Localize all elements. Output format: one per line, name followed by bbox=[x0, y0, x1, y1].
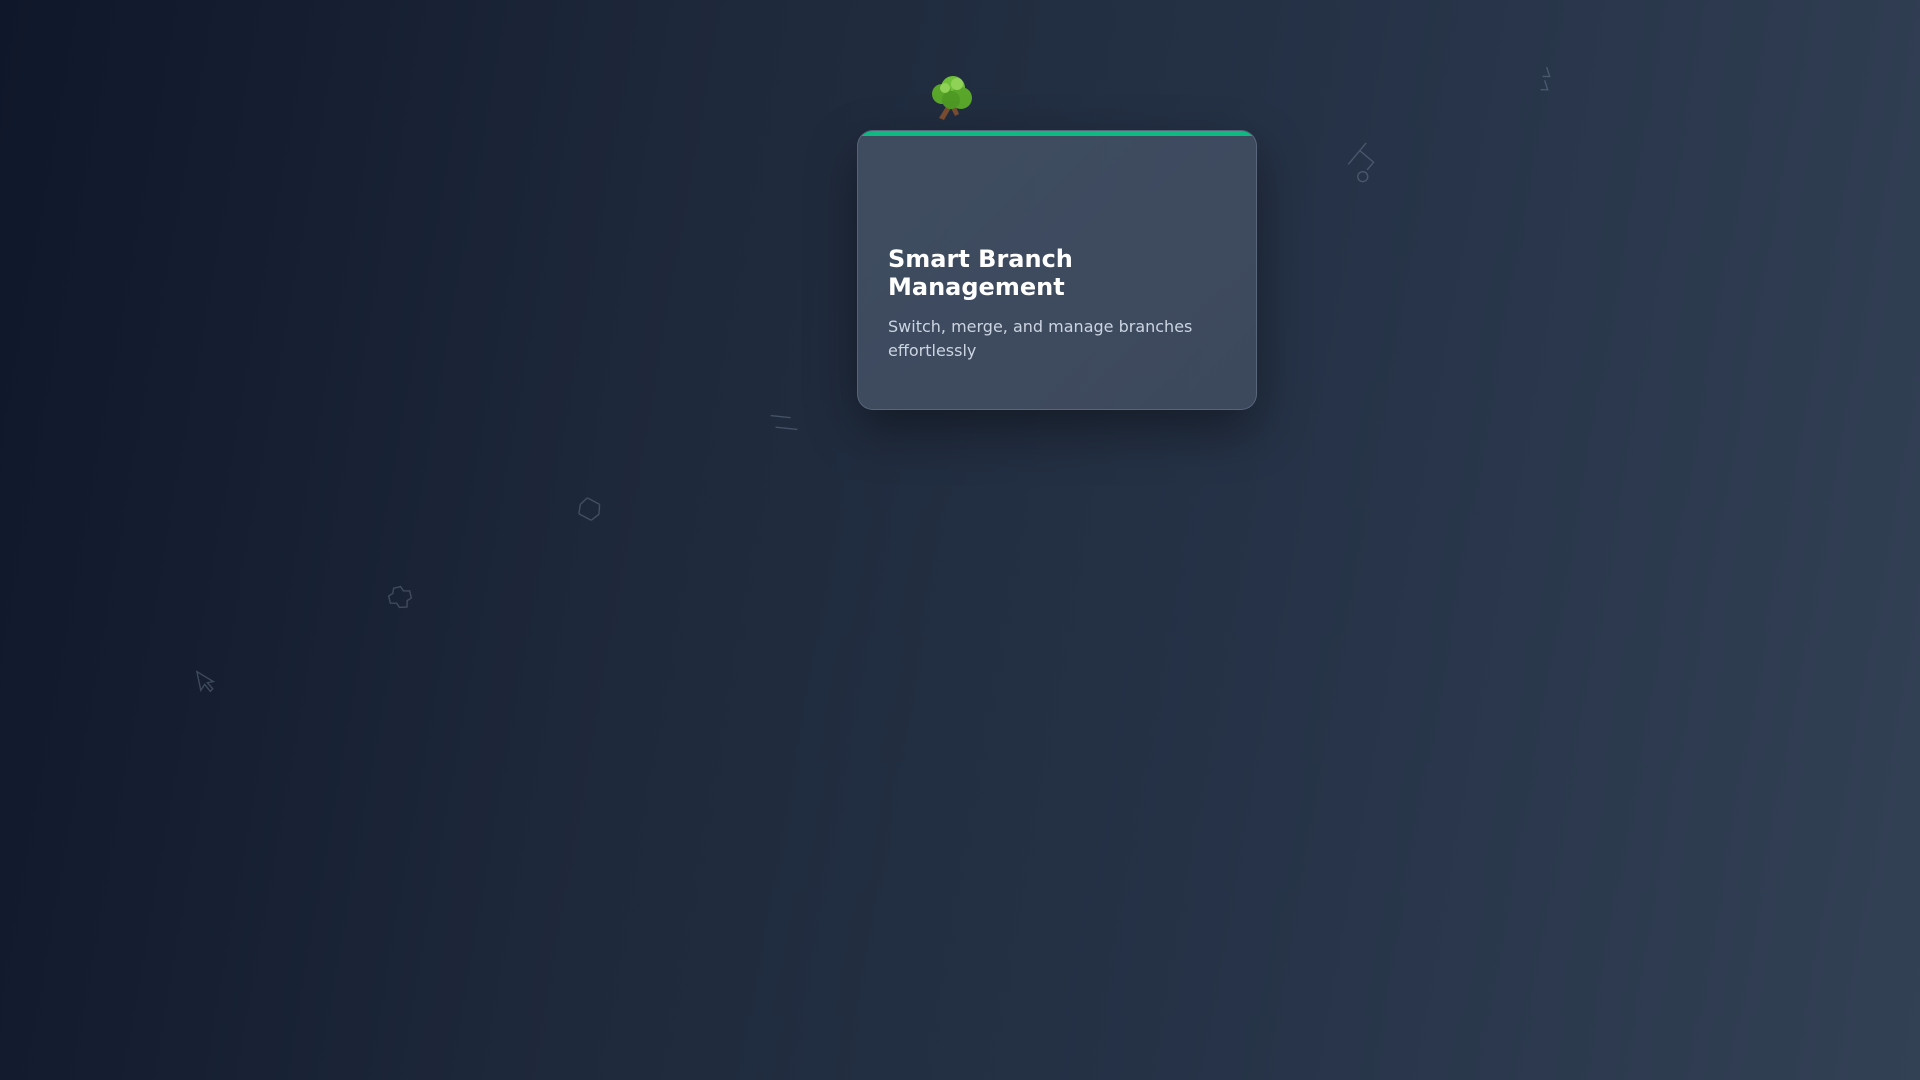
feature-card[interactable]: Smart Branch Management Switch, merge, a… bbox=[857, 130, 1257, 410]
card-title: Smart Branch Management bbox=[888, 245, 1073, 301]
background-scene: Smart Branch Management Switch, merge, a… bbox=[0, 0, 1920, 1080]
bracket-icon bbox=[572, 491, 611, 528]
gear-icon bbox=[381, 579, 419, 616]
card-accent-bar bbox=[858, 131, 1256, 136]
branch-icon bbox=[1340, 139, 1392, 191]
sparkle-icon bbox=[1530, 60, 1567, 98]
lines-icon bbox=[767, 410, 801, 435]
tree-icon bbox=[927, 72, 977, 124]
card-description: Switch, merge, and manage branches effor… bbox=[888, 317, 1193, 360]
cursor-icon bbox=[194, 666, 219, 696]
